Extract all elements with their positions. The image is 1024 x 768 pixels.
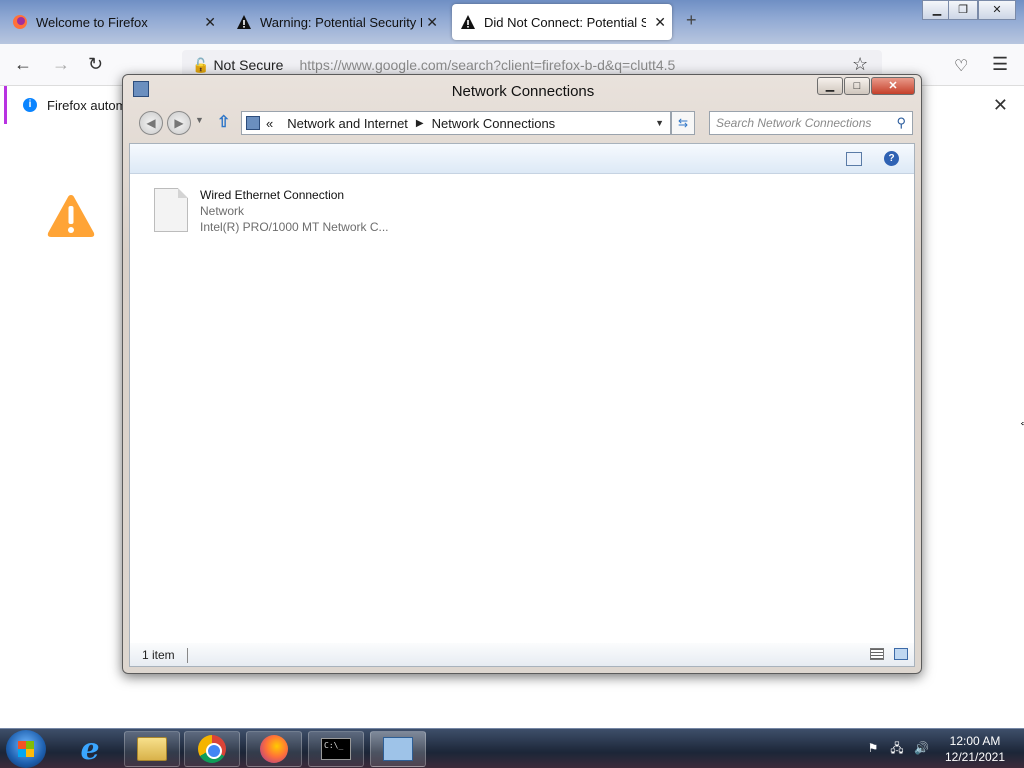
start-button[interactable] <box>6 730 46 768</box>
browser-tab-strip: Welcome to Firefox ✕ Warning: Potential … <box>0 0 1024 44</box>
breadcrumb-separator-icon[interactable]: ▶ <box>416 118 424 129</box>
tab-label: Welcome to Firefox <box>36 14 148 30</box>
help-icon[interactable]: ? <box>884 151 899 166</box>
search-icon[interactable]: ⚲ <box>896 115 906 131</box>
forward-arrow-icon[interactable]: → <box>52 54 70 75</box>
command-prompt-icon: C:\_ <box>321 738 351 760</box>
tab-label: Warning: Potential Security Risk <box>260 14 422 30</box>
close-button[interactable]: ✕ <box>978 0 1016 20</box>
breadcrumb-overflow[interactable]: « <box>266 116 273 131</box>
system-clock[interactable]: 12:00 AM 12/21/2021 <box>940 733 1010 765</box>
forward-arrow-icon[interactable]: ▶ <box>167 111 191 135</box>
pocket-icon[interactable]: ♡ <box>954 56 968 76</box>
breadcrumb-item-network-and-internet[interactable]: Network and Internet <box>287 116 408 131</box>
menu-icon[interactable]: ☰ <box>992 54 1008 75</box>
taskbar: e C:\_ ⚑ 🖧 🔊 12:00 AM 12/21/2021 <box>0 728 1024 768</box>
item-count: 1 item <box>142 648 188 663</box>
tab-did-not-connect[interactable]: Did Not Connect: Potential Sec ✕ <box>452 4 672 40</box>
search-placeholder: Search Network Connections <box>716 116 872 130</box>
close-button[interactable]: ✕ <box>871 77 915 95</box>
connection-device: Intel(R) PRO/1000 MT Network C... <box>200 220 389 234</box>
back-arrow-icon[interactable]: ◀ <box>139 111 163 135</box>
mouse-cursor-icon: ⇔ <box>1018 414 1024 430</box>
breadcrumb[interactable]: « Network and Internet ▶ Network Connect… <box>241 111 671 135</box>
taskbar-windows-explorer[interactable] <box>124 731 180 767</box>
tiles-view-icon[interactable] <box>894 648 908 660</box>
network-connections-window: Network Connections ▁ □ ✕ ◀ ▶ ▼ ⇧ « Netw… <box>122 74 922 674</box>
tab-close-icon[interactable]: ✕ <box>426 14 438 31</box>
status-bar: 1 item <box>129 643 915 667</box>
warning-icon <box>237 15 251 29</box>
tab-label: Did Not Connect: Potential Sec <box>484 14 646 30</box>
clock-date: 12/21/2021 <box>944 750 1006 764</box>
connection-type: Network <box>200 204 245 218</box>
control-panel-icon <box>246 116 260 130</box>
taskbar-network-connections[interactable] <box>370 731 426 767</box>
notification-text: Firefox automa <box>47 97 134 113</box>
network-connection-icon <box>154 188 188 232</box>
up-arrow-icon[interactable]: ⇧ <box>217 112 230 132</box>
warning-icon <box>461 15 475 29</box>
insecure-lock-icon[interactable]: 🔓 <box>192 57 209 74</box>
tab-warning-security-risk[interactable]: Warning: Potential Security Risk ✕ <box>228 4 444 40</box>
connection-name: Wired Ethernet Connection <box>200 188 345 202</box>
system-tray: ⚑ 🖧 🔊 <box>866 741 929 755</box>
volume-icon[interactable]: 🔊 <box>914 741 929 755</box>
clock-time: 12:00 AM <box>949 734 1001 748</box>
tab-close-icon[interactable]: ✕ <box>654 14 666 31</box>
refresh-icon[interactable]: ⇆ <box>671 111 695 135</box>
details-view-icon[interactable] <box>870 648 884 660</box>
internet-explorer-icon: e <box>80 731 100 767</box>
tab-close-icon[interactable]: ✕ <box>204 14 216 31</box>
file-list-pane[interactable]: ? Wired Ethernet Connection Network Inte… <box>129 143 915 663</box>
url-text[interactable]: https://www.google.com/search?client=fir… <box>299 57 675 73</box>
firefox-icon <box>13 15 27 29</box>
network-connections-icon <box>383 737 413 761</box>
bookmark-star-icon[interactable]: ☆ <box>852 54 868 75</box>
windows-logo-icon <box>18 741 34 757</box>
reload-icon[interactable]: ↻ <box>88 54 103 75</box>
window-title: Network Connections <box>451 83 595 100</box>
action-center-flag-icon[interactable]: ⚑ <box>866 741 880 755</box>
address-row: ◀ ▶ ▼ ⇧ « Network and Internet ▶ Network… <box>137 109 913 135</box>
tab-welcome-to-firefox[interactable]: Welcome to Firefox ✕ <box>4 4 222 40</box>
search-input[interactable]: Search Network Connections ⚲ <box>709 111 913 135</box>
firefox-icon <box>260 735 288 763</box>
command-bar: ? <box>130 144 914 174</box>
folder-icon <box>137 737 167 761</box>
restore-button[interactable]: ❐ <box>948 0 978 20</box>
close-icon[interactable]: ✕ <box>993 95 1008 116</box>
list-item[interactable]: Wired Ethernet Connection Network Intel(… <box>154 188 434 244</box>
minimize-button[interactable]: ▁ <box>817 77 843 95</box>
taskbar-chrome[interactable] <box>184 731 240 767</box>
taskbar-firefox[interactable] <box>246 731 302 767</box>
warning-icon <box>47 195 95 237</box>
back-arrow-icon[interactable]: ← <box>14 54 32 75</box>
taskbar-command-prompt[interactable]: C:\_ <box>308 731 364 767</box>
taskbar-internet-explorer[interactable]: e <box>62 731 118 767</box>
not-secure-label: Not Secure <box>213 57 284 73</box>
chevron-down-icon[interactable]: ▼ <box>655 118 664 128</box>
maximize-button[interactable]: □ <box>844 77 870 95</box>
breadcrumb-item-network-connections[interactable]: Network Connections <box>432 116 556 131</box>
info-icon: i <box>23 98 37 112</box>
preview-pane-icon[interactable] <box>846 152 862 166</box>
new-tab-button[interactable]: + <box>686 10 697 31</box>
recent-pages-dropdown-icon[interactable]: ▼ <box>195 115 204 125</box>
chrome-icon <box>198 735 226 763</box>
network-icon[interactable]: 🖧 <box>890 741 904 755</box>
